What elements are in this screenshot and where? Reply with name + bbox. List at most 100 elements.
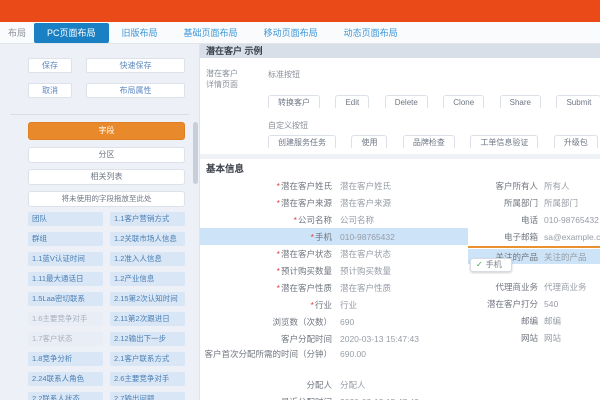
cancel-button[interactable]: 取消: [28, 83, 72, 98]
unused-field-chip[interactable]: 1.2关联市场人信息: [110, 232, 185, 246]
tab-dynamic-layout[interactable]: 动态页面布局: [331, 22, 411, 44]
field-row[interactable]: 客户分配时间 2020-03-13 15:47:43: [200, 330, 468, 347]
field-row[interactable]: 电话 010-98765432: [468, 211, 600, 228]
submit-button[interactable]: Submit: [556, 95, 600, 108]
unused-field-chip[interactable]: 1.7客户状态: [28, 332, 103, 346]
field-row[interactable]: *潜在客户性质 潜在客户性质: [200, 279, 468, 296]
field-row[interactable]: *潜在客户来源 潜在客户来源: [200, 194, 468, 211]
unused-field-chip[interactable]: 2.24联系人角色: [28, 372, 103, 386]
required-asterisk: *: [310, 231, 314, 242]
field-value: 010-98765432: [544, 214, 599, 225]
sidebar-divider: [10, 114, 189, 115]
unused-field-chip[interactable]: 2.2联系人状态: [28, 392, 103, 400]
field-value: 所有人: [544, 180, 570, 191]
share-button[interactable]: Share: [499, 95, 541, 108]
field-label: 公司名称: [297, 214, 332, 225]
field-value: 分配人: [340, 379, 366, 390]
field-value: 潜在客户来源: [340, 197, 392, 208]
dragged-field-label: 手机: [485, 260, 502, 269]
unused-field-chip[interactable]: 1.6主要竞争对手: [28, 312, 103, 326]
quick-save-button[interactable]: 快速保存: [86, 58, 185, 73]
layout-tab-bar: 布局 PC页面布局 旧版布局 基础页面布局 移动页面布局 动态页面布局: [0, 22, 600, 44]
field-row[interactable]: *行业 行业: [200, 296, 468, 313]
dragged-field-ghost[interactable]: ✓ 手机: [470, 258, 512, 272]
standard-buttons-row: 转换客户 Edit Delete Clone Share Submit: [268, 92, 600, 108]
unused-field-chip[interactable]: 团队: [28, 212, 103, 226]
field-value: 行业: [340, 299, 358, 310]
field-row[interactable]: 浏览数（次数） 690: [200, 313, 468, 330]
unused-field-chip[interactable]: 2.12输出下一步: [110, 332, 185, 346]
tab-pc-layout[interactable]: PC页面布局: [34, 23, 109, 43]
custom-button[interactable]: 创建服务任务: [268, 135, 336, 148]
save-button[interactable]: 保存: [28, 58, 72, 73]
sidebar-scrollbar-thumb[interactable]: [193, 122, 198, 184]
unused-field-chip[interactable]: 2.11第2次跟进日: [110, 312, 185, 326]
unused-field-chip[interactable]: 2.7输出问题: [110, 392, 185, 400]
field-label: 代理商业务: [495, 281, 538, 292]
field-value: sa@example.com: [544, 231, 600, 242]
field-row[interactable]: 电子邮箱 sa@example.com: [468, 228, 600, 245]
field-row[interactable]: 客户所有人 所有人: [468, 177, 600, 194]
unused-field-chip[interactable]: 1.1客户营销方式: [110, 212, 185, 226]
field-row[interactable]: *潜在客户状态 潜在客户状态: [200, 245, 468, 262]
field-row[interactable]: 客户首次分配所需的时间（分钟） 690.00: [200, 347, 468, 376]
field-row[interactable]: 代理商业务 代理商业务: [468, 278, 600, 295]
field-label: 手机: [314, 231, 332, 242]
unused-field-chip[interactable]: 1.5Laa密切联系: [28, 292, 103, 306]
related-list-button[interactable]: 相关列表: [28, 169, 185, 185]
field-label: 分配人: [306, 379, 332, 390]
field-label: 潜在客户性质: [280, 282, 332, 293]
field-row-selected[interactable]: *手机 010-98765432: [200, 228, 468, 245]
field-value: 潜在客户性质: [340, 282, 392, 293]
field-label: 客户分配时间: [280, 333, 332, 344]
field-label: 潜在客户状态: [280, 248, 332, 259]
layout-properties-button[interactable]: 布局属性: [86, 83, 185, 98]
unused-field-chip[interactable]: 1.2准入人信息: [110, 252, 185, 266]
unused-field-chip[interactable]: 1.2产业信息: [110, 272, 185, 286]
field-row[interactable]: *潜在客户姓氏 潜在客户姓氏: [200, 177, 468, 194]
unused-field-chip[interactable]: 1.11最大通话日: [28, 272, 103, 286]
section-button[interactable]: 分区: [28, 147, 185, 163]
sidebar-action-row-1: 保存 快速保存: [28, 58, 185, 73]
field-row[interactable]: 潜在客户打分 540: [468, 295, 600, 312]
fields-button[interactable]: 字段: [28, 122, 185, 140]
field-row[interactable]: *预计购买数量 预计购买数量: [200, 262, 468, 279]
edit-button[interactable]: Edit: [335, 95, 370, 108]
unused-field-chip[interactable]: 1.1蓝V认证时间: [28, 252, 103, 266]
unused-field-chip[interactable]: 2.1客户联系方式: [110, 352, 185, 366]
field-label: 电话: [520, 214, 538, 225]
unused-fields-hint-button[interactable]: 将未使用的字段拖放至此处: [28, 191, 185, 207]
field-row[interactable]: 邮编 邮编: [468, 312, 600, 329]
tab-mobile-layout[interactable]: 移动页面布局: [251, 22, 331, 44]
form-column-right: 客户所有人 所有人 所属部门 所属部门 电话 010-98765432 电子邮箱…: [468, 177, 600, 346]
field-row[interactable]: 网站 网站: [468, 329, 600, 346]
custom-button[interactable]: 工单信息验证: [470, 135, 539, 148]
field-label: 预计购买数量: [280, 265, 332, 276]
module-label: 潜在客户 详情页面: [206, 69, 238, 89]
required-asterisk: *: [276, 180, 280, 191]
unused-field-chip[interactable]: 群组: [28, 232, 103, 246]
custom-button[interactable]: 使用: [351, 135, 388, 148]
form-column-left: *潜在客户姓氏 潜在客户姓氏 *潜在客户来源 潜在客户来源 *公司名称 公司名称…: [200, 177, 468, 400]
field-label: 网站: [520, 332, 538, 343]
layout-canvas: 潜在客户 示例 潜在客户 详情页面 标准按钮 转换客户 Edit Delete …: [200, 44, 600, 400]
field-value: 所属部门: [544, 197, 579, 208]
field-value: 潜在客户姓氏: [340, 180, 392, 191]
unused-field-chip[interactable]: 2.6主要竞争对手: [110, 372, 185, 386]
unused-field-chip[interactable]: 2.15第2次认知时间: [110, 292, 185, 306]
custom-button[interactable]: 品牌检查: [402, 135, 455, 148]
field-row[interactable]: 所属部门 所属部门: [468, 194, 600, 211]
tab-legacy-layout[interactable]: 旧版布局: [109, 22, 171, 44]
delete-button[interactable]: Delete: [384, 95, 428, 108]
field-label: 客户所有人: [495, 180, 538, 191]
custom-button[interactable]: 升级包: [553, 135, 598, 148]
unused-field-chip[interactable]: 1.8竞争分析: [28, 352, 103, 366]
field-row[interactable]: 分配人 分配人: [200, 376, 468, 393]
field-value: 690: [340, 316, 355, 327]
custom-buttons-label: 自定义按钮: [268, 121, 308, 130]
convert-button[interactable]: 转换客户: [268, 95, 320, 108]
tab-basic-layout[interactable]: 基础页面布局: [171, 22, 251, 44]
field-row[interactable]: *公司名称 公司名称: [200, 211, 468, 228]
field-row[interactable]: 最近分配时间 2020-03-13 15:47:43: [200, 393, 468, 400]
clone-button[interactable]: Clone: [443, 95, 485, 108]
